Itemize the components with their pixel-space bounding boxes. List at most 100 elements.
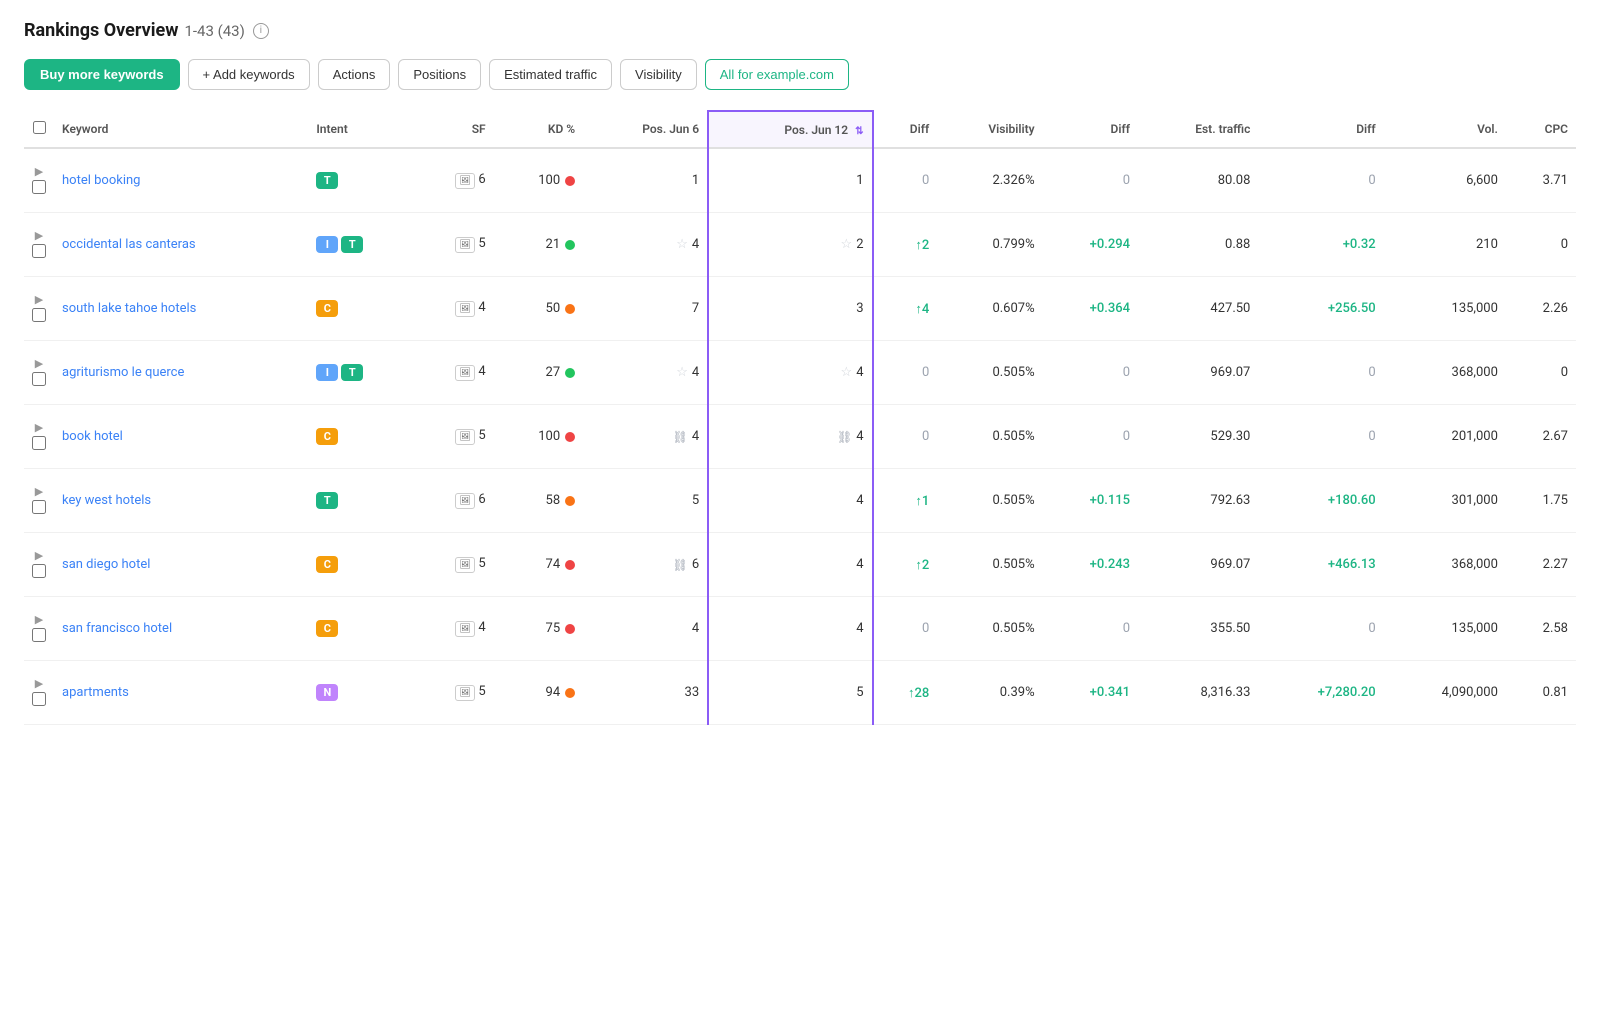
expand-button[interactable]: ▶ bbox=[31, 547, 47, 564]
row-checkbox[interactable] bbox=[32, 244, 46, 258]
est-traffic-value: 0.88 bbox=[1225, 237, 1250, 252]
visibility-cell: 0.607% bbox=[937, 277, 1042, 341]
pos-jun6-cell: ⛓ 4 bbox=[583, 405, 708, 469]
tab-visibility[interactable]: Visibility bbox=[620, 59, 697, 90]
sf-icon: 🖼 bbox=[455, 237, 475, 253]
sf-cell: 🖼 4 bbox=[415, 597, 494, 661]
vis-diff-cell: +0.294 bbox=[1043, 213, 1138, 277]
visibility-cell: 2.326% bbox=[937, 148, 1042, 213]
expand-button[interactable]: ▶ bbox=[31, 483, 47, 500]
visibility-value: 0.505% bbox=[992, 365, 1034, 380]
kd-dot bbox=[565, 368, 575, 378]
kd-dot bbox=[565, 624, 575, 634]
keyword-link[interactable]: book hotel bbox=[62, 429, 123, 444]
kd-cell: 100 bbox=[494, 405, 584, 469]
row-checkbox[interactable] bbox=[32, 500, 46, 514]
keyword-link[interactable]: san francisco hotel bbox=[62, 621, 172, 636]
pos-jun12-cell: 5 bbox=[708, 661, 872, 725]
est-traffic-cell: 969.07 bbox=[1138, 533, 1258, 597]
sf-value: 6 bbox=[478, 172, 485, 187]
expand-button[interactable]: ▶ bbox=[31, 163, 47, 180]
vis-diff-cell: 0 bbox=[1043, 148, 1138, 213]
buy-keywords-button[interactable]: Buy more keywords bbox=[24, 59, 180, 90]
expand-button[interactable]: ▶ bbox=[31, 675, 47, 692]
keyword-link[interactable]: agriturismo le querce bbox=[62, 365, 184, 380]
intent-cell: C bbox=[308, 405, 415, 469]
est-traffic-cell: 0.88 bbox=[1138, 213, 1258, 277]
tab-domain[interactable]: All for example.com bbox=[705, 59, 849, 90]
expand-button[interactable]: ▶ bbox=[31, 355, 47, 372]
pos-jun12-cell: 4 bbox=[708, 597, 872, 661]
row-checkbox[interactable] bbox=[32, 372, 46, 386]
visibility-cell: 0.505% bbox=[937, 533, 1042, 597]
cpc-value: 3.71 bbox=[1543, 173, 1568, 188]
keyword-link[interactable]: occidental las canteras bbox=[62, 237, 196, 252]
sf-value: 4 bbox=[478, 300, 485, 315]
visibility-cell: 0.505% bbox=[937, 405, 1042, 469]
pos-jun6-value: 7 bbox=[692, 301, 699, 316]
tab-positions[interactable]: Positions bbox=[398, 59, 481, 90]
diff-value: ↑28 bbox=[908, 686, 929, 701]
expand-button[interactable]: ▶ bbox=[31, 227, 47, 244]
keyword-link[interactable]: key west hotels bbox=[62, 493, 151, 508]
intent-cell: IT bbox=[308, 341, 415, 405]
keyword-link[interactable]: south lake tahoe hotels bbox=[62, 301, 196, 316]
table-wrapper: Keyword Intent SF KD % Pos. Jun 6 Pos. J… bbox=[24, 110, 1576, 725]
vis-diff-cell: +0.341 bbox=[1043, 661, 1138, 725]
keyword-link[interactable]: apartments bbox=[62, 685, 129, 700]
table-row: ▶ book hotelC🖼 5100⛓ 4⛓ 400.505%0529.300… bbox=[24, 405, 1576, 469]
intent-cell: T bbox=[308, 148, 415, 213]
visibility-cell: 0.39% bbox=[937, 661, 1042, 725]
intent-badge: C bbox=[316, 428, 338, 445]
expand-button[interactable]: ▶ bbox=[31, 419, 47, 436]
info-icon[interactable]: i bbox=[253, 23, 269, 39]
diff-value: ↑4 bbox=[915, 302, 929, 317]
expand-button[interactable]: ▶ bbox=[31, 291, 47, 308]
pos-jun12-cell: ☆ 4 bbox=[708, 341, 872, 405]
kd-value: 27 bbox=[546, 365, 561, 380]
row-checkbox[interactable] bbox=[32, 628, 46, 642]
toolbar: Buy more keywords + Add keywords Actions… bbox=[24, 59, 1576, 90]
vol-value: 301,000 bbox=[1452, 493, 1498, 508]
add-keywords-button[interactable]: + Add keywords bbox=[188, 59, 310, 90]
row-expand-cell: ▶ bbox=[24, 661, 54, 725]
expand-button[interactable]: ▶ bbox=[31, 611, 47, 628]
vis-diff-cell: 0 bbox=[1043, 597, 1138, 661]
col-diff1: Diff bbox=[873, 111, 938, 148]
row-checkbox[interactable] bbox=[32, 180, 46, 194]
keyword-cell: san francisco hotel bbox=[54, 597, 308, 661]
actions-button[interactable]: Actions bbox=[318, 59, 391, 90]
row-checkbox[interactable] bbox=[32, 308, 46, 322]
vol-cell: 368,000 bbox=[1384, 341, 1506, 405]
row-checkbox[interactable] bbox=[32, 564, 46, 578]
select-all-checkbox[interactable] bbox=[33, 121, 46, 134]
row-checkbox[interactable] bbox=[32, 692, 46, 706]
pos-jun6-cell: ⛓ 6 bbox=[583, 533, 708, 597]
vol-cell: 135,000 bbox=[1384, 277, 1506, 341]
diff-cell: ↑4 bbox=[873, 277, 938, 341]
traffic-diff-cell: 0 bbox=[1258, 148, 1383, 213]
table-row: ▶ key west hotelsT🖼 65854↑10.505%+0.1157… bbox=[24, 469, 1576, 533]
diff-cell: 0 bbox=[873, 148, 938, 213]
visibility-value: 2.326% bbox=[992, 173, 1034, 188]
keyword-link[interactable]: hotel booking bbox=[62, 173, 140, 188]
intent-badge: T bbox=[341, 364, 363, 381]
est-traffic-cell: 529.30 bbox=[1138, 405, 1258, 469]
intent-cell: T bbox=[308, 469, 415, 533]
traffic-diff-cell: +0.32 bbox=[1258, 213, 1383, 277]
diff-cell: 0 bbox=[873, 597, 938, 661]
vis-diff-cell: +0.364 bbox=[1043, 277, 1138, 341]
col-pos-jun12[interactable]: Pos. Jun 12 ⇅ bbox=[708, 111, 872, 148]
sf-cell: 🖼 5 bbox=[415, 533, 494, 597]
row-checkbox[interactable] bbox=[32, 436, 46, 450]
table-row: ▶ hotel bookingT🖼 61001102.326%080.0806,… bbox=[24, 148, 1576, 213]
tab-estimated-traffic[interactable]: Estimated traffic bbox=[489, 59, 612, 90]
link-icon: ⛓ bbox=[673, 558, 688, 572]
keyword-link[interactable]: san diego hotel bbox=[62, 557, 150, 572]
est-traffic-value: 427.50 bbox=[1210, 301, 1250, 316]
cpc-cell: 0 bbox=[1506, 213, 1576, 277]
traffic-diff-cell: +180.60 bbox=[1258, 469, 1383, 533]
sf-icon: 🖼 bbox=[455, 621, 475, 637]
cpc-value: 0 bbox=[1561, 365, 1568, 380]
pos-jun6-value: 6 bbox=[692, 557, 699, 572]
